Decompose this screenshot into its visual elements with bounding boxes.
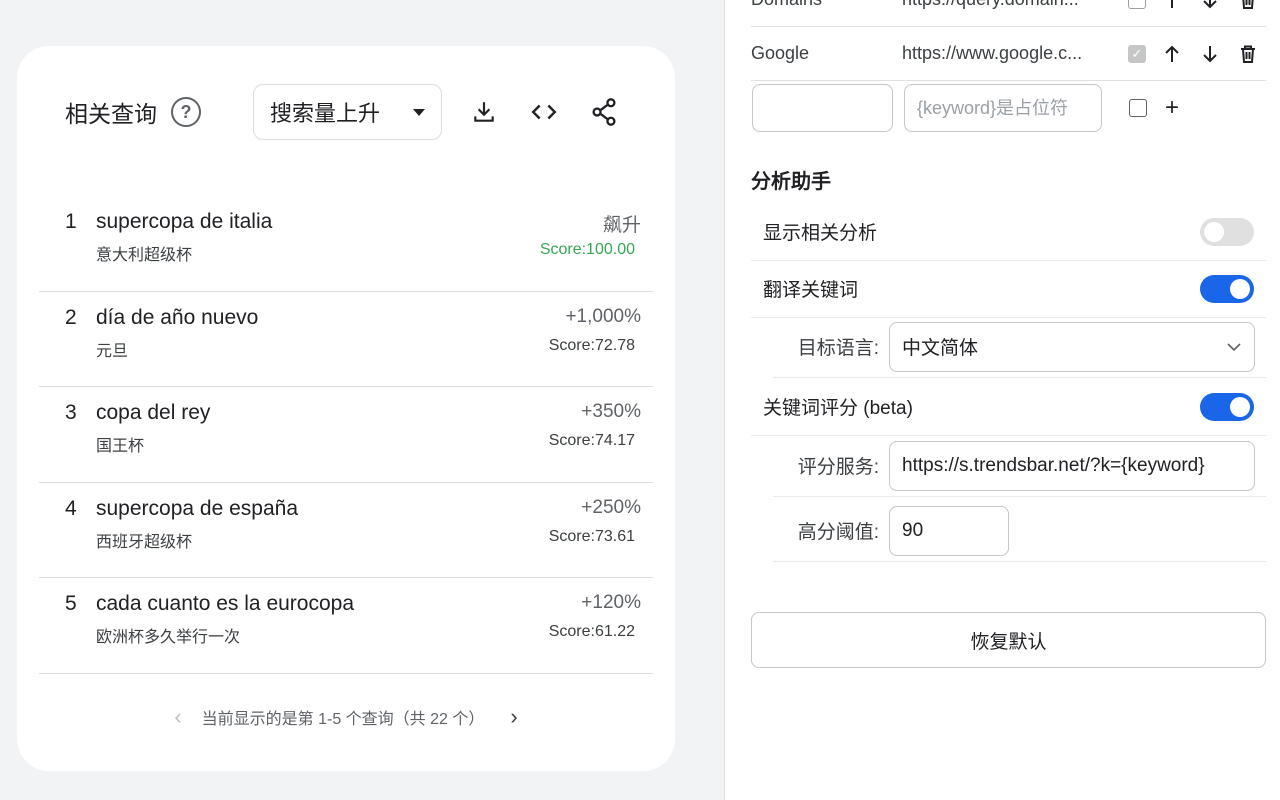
- item-index: 2: [65, 305, 77, 329]
- next-page-icon[interactable]: ›: [510, 704, 517, 730]
- engine-name: Google: [751, 43, 810, 63]
- target-language-select[interactable]: 中文简体: [889, 321, 1255, 372]
- engine-url: https://www.google.c...: [902, 43, 1083, 63]
- score-service-row: 评分服务: https://s.trendsbar.net/?k={keywor…: [773, 435, 1266, 497]
- list-item[interactable]: 5 cada cuanto es la eurocopa 欧洲杯多久举行一次 +…: [39, 578, 653, 674]
- engine-row-domains: Domains https://query.domain...: [751, 0, 1266, 27]
- help-icon[interactable]: ?: [171, 97, 201, 127]
- chevron-down-icon: [1226, 336, 1242, 358]
- prev-page-icon[interactable]: ‹: [174, 704, 181, 730]
- sort-select[interactable]: 搜索量上升: [253, 84, 442, 140]
- item-index: 1: [65, 210, 77, 233]
- trash-icon[interactable]: [1236, 42, 1260, 66]
- arrow-up-icon[interactable]: [1160, 0, 1184, 12]
- item-change: 飙升: [602, 215, 641, 236]
- list-item[interactable]: 1 supercopa de italia 意大利超级杯 飙升 Score:10…: [39, 196, 653, 292]
- score-service-input[interactable]: https://s.trendsbar.net/?k={keyword}: [889, 440, 1255, 491]
- item-translation: 意大利超级杯: [96, 247, 193, 264]
- target-language-label: 目标语言:: [797, 338, 879, 359]
- item-score: Score:73.61: [548, 527, 635, 545]
- keyword-score-row: 关键词评分 (beta): [751, 378, 1266, 436]
- item-translation: 西班牙超级杯: [96, 533, 193, 551]
- new-engine-checkbox[interactable]: [1129, 99, 1147, 117]
- item-change: +120%: [581, 592, 641, 613]
- caret-down-icon: [413, 108, 425, 116]
- show-related-row: 显示相关分析: [751, 203, 1266, 261]
- show-related-label: 显示相关分析: [763, 223, 878, 244]
- target-language-row: 目标语言: 中文简体: [773, 316, 1266, 378]
- item-score: Score:61.22: [548, 623, 635, 640]
- threshold-row: 高分阈值: 90: [773, 500, 1266, 562]
- item-score: Score:74.17: [548, 432, 635, 449]
- list-item[interactable]: 2 día de año nuevo 元旦 +1,000% Score:72.7…: [39, 292, 653, 387]
- list-item[interactable]: 3 copa del rey 国王杯 +350% Score:74.17: [39, 387, 653, 483]
- engine-name: Domains: [751, 0, 902, 10]
- download-icon[interactable]: [466, 94, 502, 130]
- item-change: +350%: [581, 401, 641, 422]
- item-translation: 元旦: [96, 342, 129, 360]
- new-engine-name-input[interactable]: [752, 84, 893, 132]
- reset-defaults-button[interactable]: 恢复默认: [751, 612, 1266, 668]
- add-engine-icon[interactable]: +: [1165, 94, 1179, 122]
- item-score: Score:72.78: [548, 336, 635, 354]
- translate-toggle[interactable]: [1200, 274, 1254, 303]
- arrow-up-icon[interactable]: [1160, 42, 1184, 66]
- arrow-down-icon[interactable]: [1198, 0, 1222, 12]
- item-term[interactable]: día de año nuevo: [96, 306, 258, 330]
- new-engine-url-input[interactable]: [904, 84, 1102, 132]
- engine-row-google: Google https://www.google.c... ✓: [751, 27, 1266, 81]
- related-queries-card: 相关查询 ? 搜索量上升 1 supercopa de italia 意大利超级…: [17, 46, 675, 771]
- item-index: 5: [65, 592, 77, 615]
- item-term[interactable]: supercopa de italia: [96, 210, 272, 234]
- engine-enabled-checkbox[interactable]: ✓: [1128, 44, 1146, 63]
- related-query-list: 1 supercopa de italia 意大利超级杯 飙升 Score:10…: [39, 196, 653, 674]
- item-change: +250%: [581, 496, 641, 518]
- engine-url: https://query.domain...: [902, 0, 1124, 10]
- item-translation: 欧洲杯多久举行一次: [96, 629, 241, 646]
- show-related-toggle[interactable]: [1200, 217, 1254, 246]
- section-title: 分析助手: [751, 171, 831, 193]
- item-term[interactable]: supercopa de españa: [96, 497, 298, 521]
- pagination-text: 当前显示的是第 1-5 个查询（共 22 个）: [201, 711, 485, 728]
- target-language-value: 中文简体: [902, 338, 979, 359]
- arrow-down-icon[interactable]: [1198, 42, 1222, 66]
- translate-label: 翻译关键词: [763, 280, 859, 301]
- card-title: 相关查询: [65, 101, 157, 127]
- keyword-score-toggle[interactable]: [1200, 392, 1254, 421]
- score-service-label: 评分服务:: [797, 457, 879, 478]
- item-term[interactable]: cada cuanto es la eurocopa: [96, 592, 354, 616]
- keyword-score-label: 关键词评分 (beta): [763, 398, 913, 419]
- engine-enabled-checkbox[interactable]: [1128, 0, 1146, 9]
- sort-select-value: 搜索量上升: [270, 101, 381, 126]
- item-change: +1,000%: [565, 305, 641, 327]
- trash-icon[interactable]: [1236, 0, 1260, 12]
- translate-row: 翻译关键词: [751, 260, 1266, 318]
- item-score: Score:100.00: [539, 241, 635, 258]
- settings-panel: Domains https://query.domain... Google h…: [724, 0, 1280, 800]
- item-term[interactable]: copa del rey: [96, 401, 210, 425]
- list-item[interactable]: 4 supercopa de españa 西班牙超级杯 +250% Score…: [39, 483, 653, 578]
- threshold-label: 高分阈值:: [797, 522, 879, 543]
- item-index: 4: [65, 496, 77, 520]
- share-icon[interactable]: [586, 94, 622, 130]
- item-translation: 国王杯: [96, 438, 145, 455]
- embed-code-icon[interactable]: [526, 94, 562, 130]
- card-header: 相关查询 ? 搜索量上升: [65, 84, 635, 140]
- item-index: 3: [65, 401, 77, 424]
- pagination: ‹ 当前显示的是第 1-5 个查询（共 22 个） ›: [17, 702, 675, 732]
- threshold-input[interactable]: 90: [889, 505, 1009, 556]
